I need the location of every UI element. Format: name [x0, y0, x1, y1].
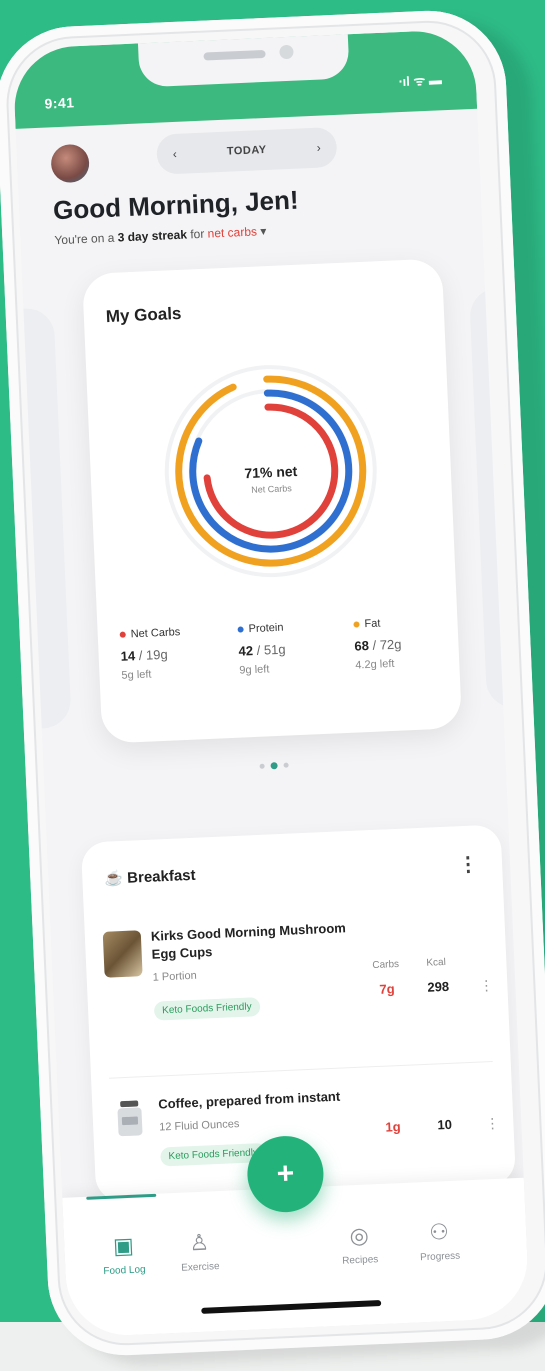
- recipes-icon: ◎: [349, 1222, 370, 1249]
- food-quantity: 12 Fluid Ounces: [159, 1118, 240, 1134]
- bottom-tab-bar: ▣ Food Log ♙ Exercise + ◎ Recipes ⚇ Prog…: [62, 1134, 530, 1338]
- food-kcal: 298: [427, 978, 450, 995]
- food-carbs: 7g: [379, 981, 395, 997]
- tab-exercise[interactable]: ♙ Exercise: [164, 1228, 236, 1274]
- goals-card[interactable]: My Goals 71% net Net Carbs Net Carbs 14 …: [81, 258, 463, 744]
- food-thumbnail: [102, 930, 143, 978]
- home-indicator: [201, 1300, 382, 1314]
- pager-dot-active[interactable]: [270, 762, 278, 770]
- food-more-icon[interactable]: ⋮: [485, 1115, 500, 1133]
- macro-target: / 51g: [256, 641, 286, 658]
- macro-name: Fat: [364, 617, 381, 631]
- macro-left: 5g left: [121, 668, 152, 682]
- date-navigator: ‹ TODAY ›: [155, 126, 338, 175]
- greeting-title: Good Morning, Jen!: [52, 184, 300, 226]
- meal-header: ☕ Breakfast: [104, 866, 196, 888]
- notch: [137, 32, 350, 88]
- speaker: [203, 49, 266, 61]
- food-name[interactable]: Coffee, prepared from instant: [158, 1086, 379, 1114]
- macro-value: 42: [238, 643, 254, 659]
- tab-label: Food Log: [103, 1264, 146, 1278]
- tab-recipes[interactable]: ◎ Recipes: [324, 1221, 396, 1267]
- keto-friendly-badge: Keto Foods Friendly: [153, 997, 261, 1021]
- food-log-icon: ▣: [112, 1232, 135, 1259]
- food-quantity: 1 Portion: [152, 969, 197, 984]
- streak-text: You're on a 3 day streak for net carbs ▾: [54, 224, 266, 247]
- coffee-cup-icon: ☕: [104, 869, 124, 888]
- carbs-column-header: Carbs: [372, 958, 400, 972]
- exercise-icon: ♙: [188, 1229, 210, 1256]
- next-day-chevron-icon[interactable]: ›: [316, 141, 321, 155]
- previous-card-peek[interactable]: [12, 307, 72, 730]
- streak-dropdown-icon[interactable]: ▾: [257, 224, 267, 238]
- tab-label: Exercise: [181, 1261, 220, 1274]
- phone-mockup: 9:41 ⋅ıl ᯤ ▬ ‹ TODAY › Good Morning, Jen…: [0, 7, 545, 1359]
- streak-mid: for: [186, 226, 208, 242]
- tab-label: Recipes: [341, 1254, 379, 1267]
- tab-food-log[interactable]: ▣ Food Log: [88, 1232, 160, 1278]
- meal-title: Breakfast: [126, 866, 196, 887]
- streak-goal-link[interactable]: net carbs: [207, 224, 257, 240]
- macro-left: 4.2g left: [355, 657, 395, 672]
- prev-day-chevron-icon[interactable]: ‹: [173, 147, 178, 161]
- macro-name: Protein: [248, 621, 284, 636]
- macro-left: 9g left: [239, 663, 270, 677]
- progress-icon: ⚇: [428, 1219, 450, 1245]
- macro-target: / 72g: [372, 636, 402, 653]
- pager-dot[interactable]: [259, 763, 265, 769]
- macro-net-carbs: Net Carbs 14 / 19g 5g left: [119, 624, 221, 682]
- protein-dot-icon: [237, 626, 244, 633]
- macro-fat: Fat 68 / 72g 4.2g left: [353, 614, 455, 672]
- macro-protein: Protein 42 / 51g 9g left: [237, 619, 339, 677]
- coffee-jar-icon: [117, 1100, 143, 1137]
- macro-value: 68: [354, 637, 370, 654]
- food-more-icon[interactable]: ⋮: [479, 977, 494, 995]
- active-tab-indicator: [86, 1193, 157, 1200]
- avatar[interactable]: [50, 143, 90, 184]
- net-carbs-dot-icon: [119, 631, 126, 638]
- row-divider: [109, 1060, 493, 1079]
- fat-dot-icon: [353, 621, 360, 628]
- meal-more-icon[interactable]: ⋮: [458, 851, 479, 877]
- food-kcal: 10: [437, 1116, 453, 1133]
- food-carbs: 1g: [385, 1119, 401, 1135]
- status-time: 9:41: [44, 94, 75, 112]
- date-label[interactable]: TODAY: [227, 144, 267, 158]
- status-icons: ⋅ıl ᯤ ▬: [398, 72, 443, 90]
- pager-dot[interactable]: [283, 762, 289, 768]
- kcal-column-header: Kcal: [426, 956, 447, 969]
- macro-value: 14: [120, 648, 136, 664]
- streak-days: 3 day streak: [117, 227, 188, 245]
- macro-target: / 19g: [138, 646, 168, 663]
- card-pager[interactable]: [259, 762, 289, 770]
- macro-name: Net Carbs: [130, 626, 181, 641]
- food-name[interactable]: Kirks Good Morning Mushroom Egg Cups: [151, 918, 372, 964]
- streak-prefix: You're on a: [54, 230, 118, 248]
- app-screen: 9:41 ⋅ıl ᯤ ▬ ‹ TODAY › Good Morning, Jen…: [12, 28, 530, 1338]
- tab-label: Progress: [419, 1250, 461, 1264]
- goals-title: My Goals: [105, 303, 182, 327]
- tab-progress[interactable]: ⚇ Progress: [404, 1218, 476, 1264]
- camera: [279, 44, 294, 60]
- status-bar: 9:41 ⋅ıl ᯤ ▬: [12, 28, 478, 129]
